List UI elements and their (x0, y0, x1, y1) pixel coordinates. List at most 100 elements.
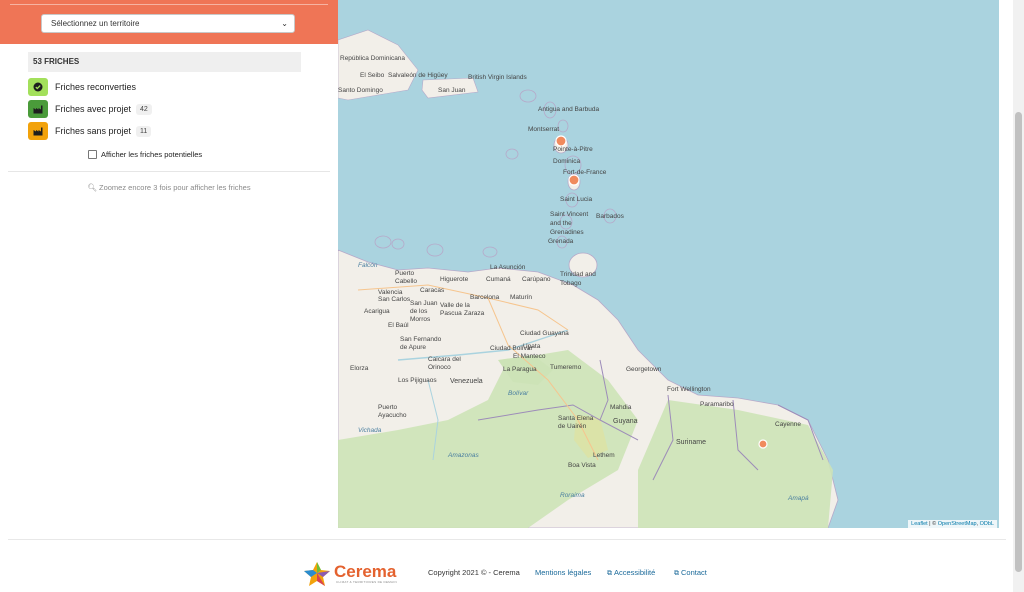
map-label: Los Pijiguaos (398, 377, 437, 384)
sidebar-header: Sélectionnez un territoire ⌄ (0, 0, 338, 44)
map-label: Bolívar (508, 390, 529, 397)
map-label: San Carlos (378, 296, 411, 303)
external-link-icon: ⧉ (674, 570, 679, 577)
accessibilite-label: Accessibilité (614, 568, 656, 577)
map-label: Roraima (560, 492, 585, 499)
map-label: Ciudad Guayana (520, 330, 569, 337)
map-tiles (338, 29, 839, 528)
map-label: Valencia (378, 289, 403, 296)
map-label: Venezuela (450, 378, 483, 385)
map-label: Puerto Cabello (395, 270, 418, 285)
potential-friches-checkbox[interactable] (88, 150, 97, 159)
map-label: Trinidad and Tobago (560, 271, 596, 287)
territory-select[interactable]: Sélectionnez un territoire ⌄ (41, 14, 295, 33)
map-label: British Virgin Islands (468, 74, 527, 81)
map-label: Cayenne (775, 421, 802, 428)
map-label: Caicara del Orinoco (428, 356, 461, 371)
map-label: La Paragua (503, 366, 537, 373)
page-scrollbar[interactable] (1013, 0, 1024, 592)
map-label: Acarigua (364, 308, 390, 315)
accessibilite-link[interactable]: ⧉ Accessibilité (607, 568, 655, 578)
map-label: Valle de la Pascua (440, 302, 470, 317)
footer-divider (8, 539, 1006, 540)
map-label: Maturín (510, 294, 533, 301)
map-label: La Asunción (490, 264, 526, 271)
sidebar-divider (8, 171, 330, 172)
map-label: San Juan de los Morros (410, 300, 438, 323)
map-label: El Manteco (513, 353, 546, 360)
map-label: Santo Domingo (338, 87, 383, 94)
check-circle-icon (28, 78, 48, 96)
map-label: Puerto Ayacucho (378, 404, 407, 419)
map-label: Santa Elena de Uairén (558, 415, 594, 430)
map-label: Salvaleón de Higüey (388, 72, 448, 79)
potential-friches-label: Afficher les friches potentielles (101, 150, 203, 159)
legend-label: Friches avec projet (55, 104, 132, 114)
map-label: Suriname (676, 439, 706, 446)
map-label: Carúpano (522, 276, 551, 283)
friches-count-header: 53 FRICHES (28, 52, 301, 72)
map-label: Boa Vista (568, 462, 596, 469)
map-label: Amazonas (448, 452, 479, 459)
zoom-in-icon: 🔍︎ (87, 183, 97, 192)
friche-marker[interactable] (568, 174, 580, 186)
chevron-down-icon: ⌄ (281, 19, 288, 28)
map-label: Lethem (593, 452, 615, 459)
leaflet-link[interactable]: Leaflet (911, 521, 928, 527)
attribution-separator: | © (927, 521, 938, 527)
legend-label: Friches reconverties (55, 82, 137, 92)
map-label: Vichada (358, 427, 382, 434)
legend-item-avec-projet[interactable]: Friches avec projet 42 (28, 100, 152, 118)
map-label: El Baúl (388, 322, 409, 329)
map-label: Barbados (596, 213, 624, 220)
map-label: Antigua and Barbuda (538, 106, 600, 113)
map-label: Upata (523, 343, 541, 350)
cerema-logo-text: Cerema (334, 562, 397, 581)
friche-marker[interactable] (758, 439, 768, 449)
map-label: Saint Vincent and the Grenadines (550, 211, 589, 236)
map-label: San Juan (438, 87, 466, 94)
mentions-legales-link[interactable]: Mentions légales (535, 568, 591, 577)
sidebar: Sélectionnez un territoire ⌄ 53 FRICHES … (0, 0, 338, 528)
scrollbar-thumb[interactable] (1015, 112, 1022, 572)
openstreetmap-link[interactable]: OpenStreetMap (938, 521, 977, 527)
friche-marker[interactable] (555, 135, 567, 147)
map-label: Fort Wellington (667, 386, 711, 393)
external-link-icon: ⧉ (607, 570, 612, 577)
footer: Cerema CLIMAT & TERRITOIRES DE DEMAIN Co… (0, 556, 1013, 590)
factory-icon (28, 100, 48, 118)
map-label: Montserrat (528, 126, 560, 133)
contact-label: Contact (681, 568, 707, 577)
map-label: El Seibo (360, 72, 385, 79)
map-label: Falcón (358, 262, 378, 269)
map-label: Dominica (553, 158, 581, 165)
zoom-hint: 🔍︎ Zoomez encore 3 fois pour afficher le… (0, 183, 338, 192)
legend-label: Friches sans projet (55, 126, 132, 136)
map-label: San Fernando de Apure (400, 336, 442, 351)
map-label: Barcelona (470, 294, 500, 301)
legend-item-reconverties[interactable]: Friches reconverties (28, 78, 136, 96)
contact-link[interactable]: ⧉ Contact (674, 568, 707, 578)
map-label: Cumaná (486, 276, 511, 283)
potential-friches-toggle[interactable]: Afficher les friches potentielles (88, 150, 202, 159)
factory-icon (28, 122, 48, 140)
map-label: Fort-de-France (563, 169, 607, 176)
map-label: República Dominicana (340, 55, 406, 62)
map-label: Caracas (420, 287, 445, 294)
map[interactable]: República Dominicana El Seibo Salvaleón … (338, 0, 999, 528)
map-label: Higuerote (440, 276, 469, 283)
cerema-logo-tagline: CLIMAT & TERRITOIRES DE DEMAIN (336, 580, 397, 584)
map-label: Guyana (613, 418, 638, 425)
zoom-hint-text: Zoomez encore 3 fois pour afficher les f… (99, 183, 251, 192)
map-label: Saint Lucia (560, 196, 593, 203)
map-label: Paramaribo (700, 401, 734, 408)
odbl-link[interactable]: ODbL (980, 521, 994, 527)
map-attribution: Leaflet | © OpenStreetMap, ODbL (908, 520, 997, 528)
map-label: Mahdia (610, 404, 632, 411)
legend-count-badge: 11 (136, 125, 152, 137)
map-label: Tumeremo (550, 364, 582, 371)
legend-item-sans-projet[interactable]: Friches sans projet 11 (28, 122, 152, 140)
copyright-text: Copyright 2021 © - Cerema (428, 568, 520, 577)
map-label: Pointe-à-Pitre (553, 146, 593, 153)
map-label: Amapá (788, 495, 809, 502)
